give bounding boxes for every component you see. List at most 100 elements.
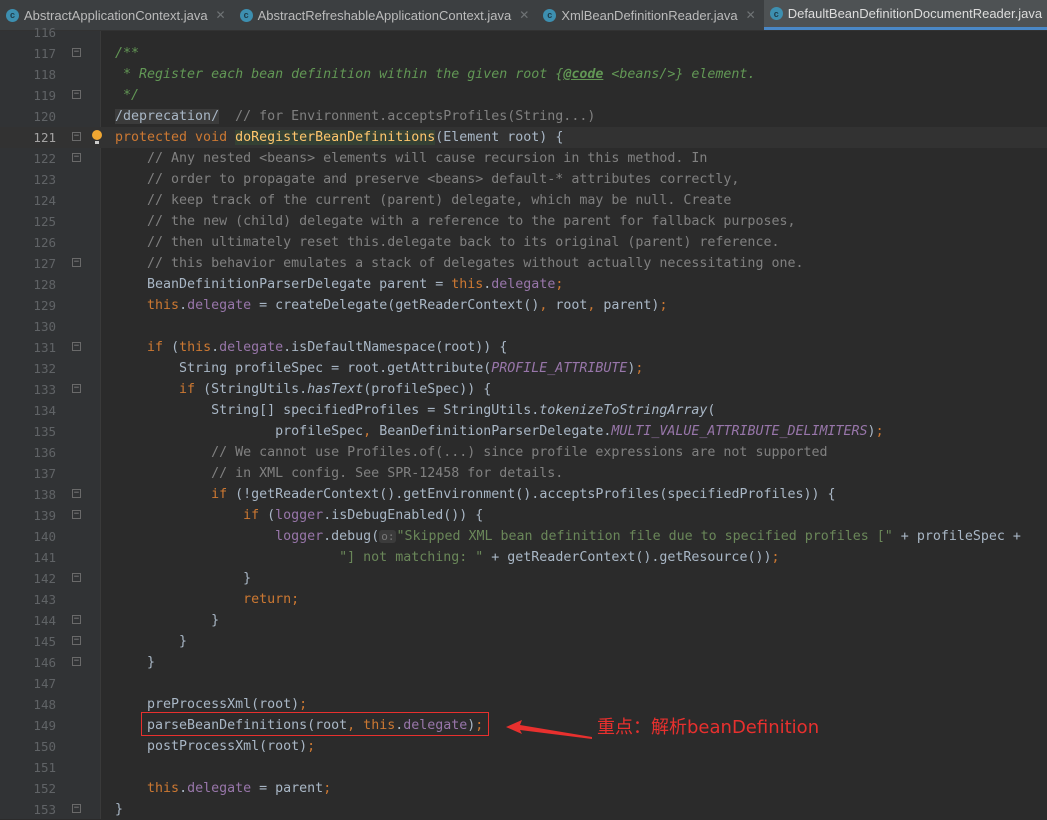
line-number: 123 (33, 172, 56, 187)
code-token: doRegisterBeanDefinitions (235, 130, 436, 145)
close-icon[interactable]: ✕ (519, 8, 529, 22)
code-token: ; (555, 277, 564, 292)
code-token: this (179, 340, 212, 355)
code-line[interactable]: 141 "] not matching: " + getReaderContex… (0, 547, 1047, 568)
fold-icon[interactable]: − (72, 657, 81, 666)
line-number: 143 (33, 592, 56, 607)
code-text: } (115, 568, 251, 589)
close-icon[interactable]: ✕ (216, 8, 226, 22)
code-line[interactable]: 144 − } (0, 610, 1047, 631)
code-line[interactable]: 116 (0, 22, 1047, 43)
code-line[interactable]: 130 (0, 316, 1047, 337)
code-line[interactable]: 140 logger.debug(o: "Skipped XML bean def… (0, 526, 1047, 547)
code-line[interactable]: 135 profileSpec, BeanDefinitionParserDel… (0, 421, 1047, 442)
line-number: 128 (33, 277, 56, 292)
code-line[interactable]: 153 −} (0, 799, 1047, 820)
line-number: 146 (33, 655, 56, 670)
tab-label: AbstractApplicationContext.java (24, 7, 208, 23)
code-token: if (243, 508, 268, 523)
code-line[interactable]: 138 − if (!getReaderContext().getEnvironm… (0, 484, 1047, 505)
code-line[interactable]: 128 BeanDefinitionParserDelegate parent … (0, 274, 1047, 295)
class-icon: c (239, 8, 253, 22)
line-number: 133 (33, 382, 56, 397)
code-token: // in XML config. See SPR-12458 for deta… (211, 466, 564, 481)
code-line[interactable]: 142 − } (0, 568, 1047, 589)
code-token: = createDelegate(getReaderContext() (251, 298, 540, 313)
code-token: delegate (491, 277, 556, 292)
code-token: parent) (603, 298, 660, 313)
close-icon[interactable]: ✕ (746, 8, 756, 22)
lightbulb-icon[interactable] (92, 130, 102, 144)
line-number: 130 (33, 319, 56, 334)
code-line[interactable]: 132 String profileSpec = root.getAttribu… (0, 358, 1047, 379)
code-token: logger (275, 508, 324, 523)
code-line[interactable]: 122 − // Any nested <beans> elements will… (0, 148, 1047, 169)
code-token: (!getReaderContext().getEnvironment().ac… (235, 487, 836, 502)
fold-icon[interactable]: − (72, 636, 81, 645)
fold-icon[interactable]: − (72, 615, 81, 624)
fold-icon[interactable]: − (72, 90, 81, 99)
fold-icon[interactable]: − (72, 804, 81, 813)
line-number: 127 (33, 256, 56, 271)
code-text: postProcessXml(root); (115, 736, 315, 757)
fold-icon[interactable]: − (72, 132, 81, 141)
code-line[interactable]: 147 (0, 673, 1047, 694)
code-line[interactable]: 134 String[] specifiedProfiles = StringU… (0, 400, 1047, 421)
code-line[interactable]: 139 − if (logger.isDebugEnabled()) { (0, 505, 1047, 526)
line-number: 147 (33, 676, 56, 691)
code-line[interactable]: 124 // keep track of the current (parent… (0, 190, 1047, 211)
code-line[interactable]: 133 − if (StringUtils.hasText(profileSpec… (0, 379, 1047, 400)
fold-icon[interactable]: − (72, 510, 81, 519)
code-token: ; (635, 361, 644, 376)
code-token: // the new (child) delegate with a refer… (147, 214, 796, 229)
code-text: if (StringUtils.hasText(profileSpec)) { (115, 379, 491, 400)
code-token: // keep track of the current (parent) de… (147, 193, 732, 208)
code-line[interactable]: 119 − */ (0, 85, 1047, 106)
fold-icon[interactable]: − (72, 573, 81, 582)
fold-icon[interactable]: − (72, 342, 81, 351)
code-line[interactable]: 121 − protected void doRegisterBeanDefinit… (0, 127, 1047, 148)
code-line[interactable]: 145 − } (0, 631, 1047, 652)
line-number: 118 (33, 67, 56, 82)
fold-icon[interactable]: − (72, 258, 81, 267)
code-line[interactable]: 118 * Register each bean definition with… (0, 64, 1047, 85)
code-token: String[] specifiedProfiles = StringUtils… (115, 403, 540, 418)
code-line[interactable]: 152 this.delegate = parent; (0, 778, 1047, 799)
code-token: /deprecation/ (115, 109, 220, 124)
code-line[interactable]: 120/deprecation/ // for Environment.acce… (0, 106, 1047, 127)
code-line[interactable]: 125 // the new (child) delegate with a r… (0, 211, 1047, 232)
code-line[interactable]: 127 − // this behavior emulates a stack o… (0, 253, 1047, 274)
code-line[interactable]: 137 // in XML config. See SPR-12458 for … (0, 463, 1047, 484)
fold-icon[interactable]: − (72, 489, 81, 498)
code-token: this (147, 781, 180, 796)
code-text: this.delegate = parent; (115, 778, 331, 799)
code-text: return; (115, 589, 299, 610)
code-line[interactable]: 131 − if (this.delegate.isDefaultNamespac… (0, 337, 1047, 358)
line-number: 153 (33, 802, 56, 817)
code-text: profileSpec, BeanDefinitionParserDelegat… (115, 421, 883, 442)
code-line[interactable]: 117 − /** (0, 43, 1047, 64)
code-token: hasText (307, 382, 364, 397)
code-line[interactable]: 146 − } (0, 652, 1047, 673)
code-token: tokenizeToStringArray (539, 403, 708, 418)
code-line[interactable]: 123 // order to propagate and preserve <… (0, 169, 1047, 190)
fold-icon[interactable]: − (72, 48, 81, 57)
code-token: this (451, 277, 484, 292)
fold-icon[interactable]: − (72, 153, 81, 162)
code-line[interactable]: 151 (0, 757, 1047, 778)
code-text: if (this.delegate.isDefaultNamespace(roo… (115, 337, 507, 358)
class-icon: c (769, 7, 783, 20)
tab-label: AbstractRefreshableApplicationContext.ja… (257, 7, 512, 23)
code-token: ; (659, 298, 668, 313)
code-line[interactable]: 143 return; (0, 589, 1047, 610)
code-line[interactable]: 136 // We cannot use Profiles.of(...) si… (0, 442, 1047, 463)
fold-icon[interactable]: − (72, 384, 81, 393)
code-editor[interactable]: 116 117 − /** 118 * Register each bean defin… (0, 22, 1047, 820)
code-line[interactable]: 129 this.delegate = createDelegate(getRe… (0, 295, 1047, 316)
code-line[interactable]: 126 // then ultimately reset this.delega… (0, 232, 1047, 253)
